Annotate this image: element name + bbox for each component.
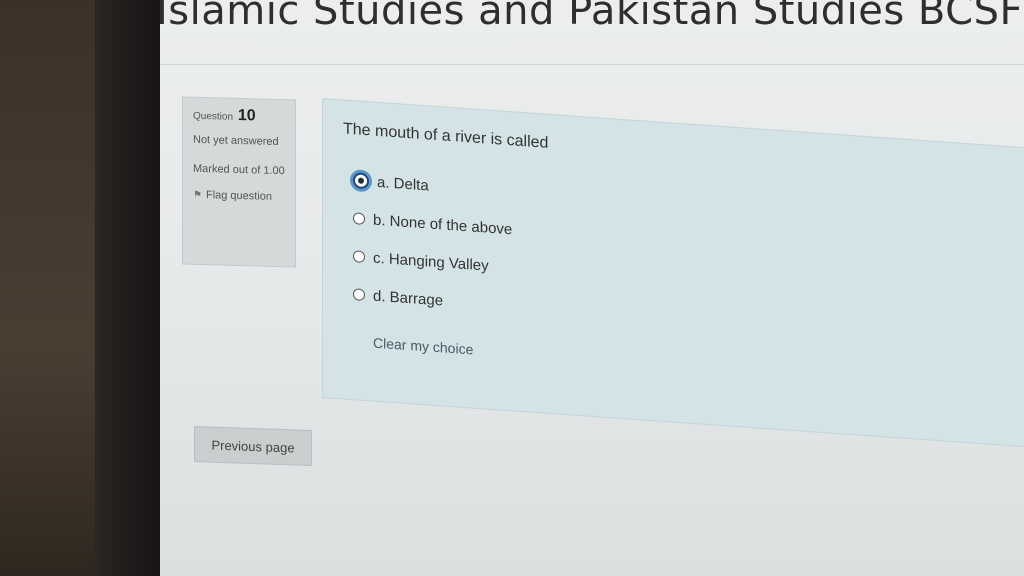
flag-question-label: Flag question [205, 189, 273, 203]
question-text: The mouth of a river is called [343, 120, 549, 152]
flag-question-link[interactable]: ⚑ Flag question [193, 189, 285, 203]
course-title: Islamic Studies and Pakistan Studies BCS… [160, 0, 1024, 34]
previous-page-button[interactable]: Previous page [194, 425, 312, 467]
question-number-line: Question 10 [193, 106, 285, 126]
header-divider [160, 64, 1024, 65]
radio-b[interactable] [353, 212, 365, 226]
answer-label-a: a. Delta [377, 173, 429, 194]
browser-screen: Islamic Studies and Pakistan Studies BCS… [160, 0, 1024, 576]
radio-d[interactable] [353, 288, 365, 302]
question-marks: Marked out of 1.00 [193, 162, 285, 177]
question-info-box: Question 10 Not yet answered Marked out … [182, 96, 296, 268]
monitor-bezel [95, 0, 165, 576]
question-number: 10 [237, 106, 256, 125]
clear-choice-link[interactable]: Clear my choice [373, 335, 473, 358]
answer-label-c: c. Hanging Valley [373, 249, 489, 275]
radio-c[interactable] [353, 250, 365, 264]
answer-list: a. Delta b. None of the above c. Hanging… [353, 161, 512, 324]
flag-icon: ⚑ [193, 189, 202, 201]
radio-a[interactable] [353, 172, 369, 190]
question-state: Not yet answered [193, 133, 279, 149]
answer-label-b: b. None of the above [373, 211, 513, 238]
question-label: Question [193, 110, 234, 123]
answer-label-d: d. Barrage [373, 287, 444, 309]
question-formulation: The mouth of a river is called a. Delta … [322, 98, 1024, 449]
